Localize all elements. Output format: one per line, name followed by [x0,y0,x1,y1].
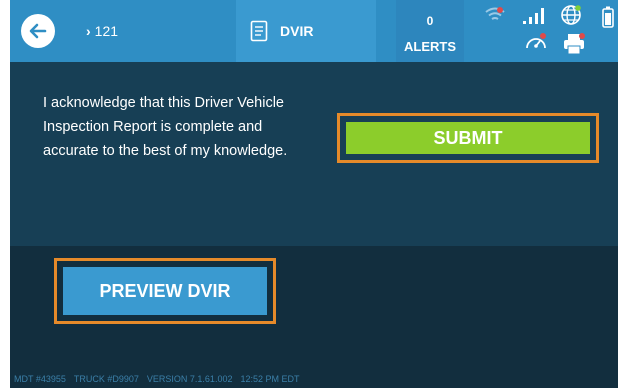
action-panel: PREVIEW DVIR MDT #43955 TRUCK #D9907 VER… [10,246,618,388]
preview-highlight: PREVIEW DVIR [54,258,276,324]
submit-highlight: SUBMIT [337,113,599,163]
tab-dvir-label: DVIR [280,23,314,39]
globe-icon [561,5,581,25]
signal-bars-icon [523,8,544,24]
alerts-button[interactable]: 0 ALERTS [396,0,464,62]
acknowledgement-text: I acknowledge that this Driver Vehicle I… [43,95,288,159]
alerts-count: 0 [426,14,434,28]
clock-time: 12:52 PM EDT [240,374,300,384]
wifi-icon [485,7,505,20]
mdt-number: MDT #43955 [14,374,66,384]
truck-number: TRUCK #D9907 [73,374,139,384]
back-button[interactable] [21,14,55,48]
version-info: VERSION 7.1.61.002 [146,374,233,384]
alerts-label: ALERTS [404,39,456,54]
dashboard-icon [526,33,546,49]
document-list-icon [250,20,268,42]
breadcrumb-label: 121 [94,23,119,39]
battery-icon [602,6,614,28]
acknowledgement-panel: I acknowledge that this Driver Vehicle I… [10,62,618,246]
preview-dvir-button[interactable]: PREVIEW DVIR [63,267,267,315]
app-frame: › 121 DVIR 0 ALERTS I acknowledge that t… [10,0,618,388]
submit-button[interactable]: SUBMIT [346,122,590,154]
status-footer: MDT #43955 TRUCK #D9907 VERSION 7.1.61.0… [14,374,300,384]
arrow-left-icon [29,23,47,39]
top-bar: › 121 DVIR 0 ALERTS [10,0,618,62]
status-area [466,0,618,62]
breadcrumb[interactable]: › 121 [86,23,118,39]
tab-dvir[interactable]: DVIR [236,0,376,62]
printer-icon [564,33,585,55]
chevron-right-icon: › [86,23,91,39]
